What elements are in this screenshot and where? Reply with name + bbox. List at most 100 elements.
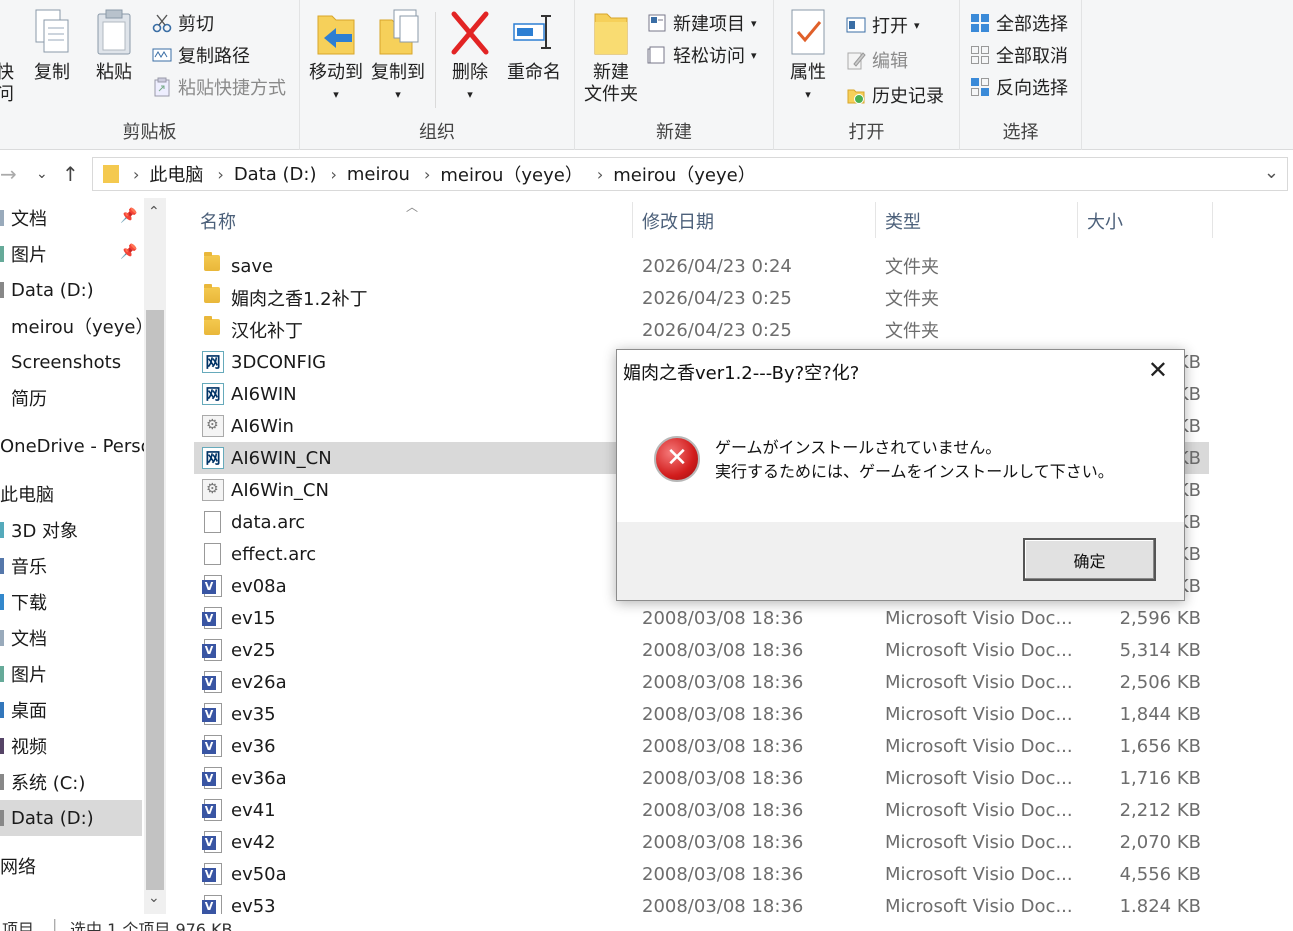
rename-button[interactable]: 重命名 [504,8,564,84]
file-row[interactable]: save 2026/04/23 0:24 文件夹 [194,250,1209,282]
pin-icon[interactable]: 📌 [120,208,137,224]
quick-access-button[interactable]: 快 问 [0,62,16,106]
nav-item-this-pc[interactable]: 此电脑 [0,476,54,512]
file-type: Microsoft Visio Doc... [885,735,1073,757]
breadcrumb-this-pc[interactable]: 此电脑 [149,161,203,187]
nav-item-pictures[interactable]: 图片 [0,656,47,692]
pin-icon[interactable]: 📌 [120,244,137,260]
open-button[interactable]: 打开 ▾ [846,12,920,38]
nav-item-music[interactable]: 音乐 [0,548,47,584]
nav-item-data-d[interactable]: Data (D:) [0,800,142,836]
breadcrumb-meirou-yeye[interactable]: meirou（yeye） [440,161,583,187]
move-to-button[interactable]: 移动到 ▾ [308,8,364,106]
scroll-up-icon[interactable]: ⌃ [148,204,160,220]
nav-item-data-d-quick[interactable]: Data (D:) [0,272,94,308]
column-size[interactable]: 大小 [1087,208,1123,234]
copy-button[interactable]: 复制 [30,8,74,84]
edit-button[interactable]: 编辑 [846,47,908,73]
file-row[interactable]: ev35 2008/03/08 18:36 Microsoft Visio Doc.… [194,698,1209,730]
ok-button[interactable]: 确定 [1023,538,1156,581]
close-icon[interactable]: ✕ [1148,356,1168,384]
nav-item-downloads[interactable]: 下载 [0,584,47,620]
copy-path-label: 复制路径 [178,46,250,67]
nav-item-pictures-pinned[interactable]: 图片 [0,236,47,272]
file-row[interactable]: 汉化补丁 2026/04/23 0:25 文件夹 [194,314,1209,346]
file-name: ev08a [231,575,287,597]
file-type: Microsoft Visio Doc... [885,767,1073,789]
file-row[interactable]: ev36 2008/03/08 18:36 Microsoft Visio Doc.… [194,730,1209,762]
up-arrow-icon[interactable]: ↑ [62,162,79,186]
nav-item-documents-pinned[interactable]: 文档 [0,200,47,236]
select-none-icon [970,45,990,65]
copy-path-button[interactable]: 复制路径 [152,42,250,68]
quick-access-label-2: 问 [0,84,14,105]
file-name: 媚肉之香1.2补丁 [231,289,368,310]
properties-button[interactable]: 属性 ▾ [786,8,830,106]
column-separator[interactable] [1212,202,1213,238]
forward-arrow-icon[interactable]: → [0,162,17,186]
chevron-down-icon: ▾ [751,48,757,62]
file-row[interactable]: ev15 2008/03/08 18:36 Microsoft Visio Doc.… [194,602,1209,634]
nav-item-network[interactable]: 网络 [0,848,36,884]
cut-button[interactable]: 剪切 [152,10,214,36]
documents-icon [0,630,4,646]
breadcrumb-meirou[interactable]: meirou [347,164,410,185]
nav-item-desktop[interactable]: 桌面 [0,692,47,728]
column-type[interactable]: 类型 [885,208,921,234]
address-box[interactable]: › 此电脑 › Data (D:) › meirou › meirou（yeye… [92,157,1288,191]
new-item-button[interactable]: 新建项目 ▾ [647,10,757,36]
invert-selection-button[interactable]: 反向选择 [970,74,1068,100]
breadcrumb-chevron-icon[interactable]: › [424,165,430,184]
nav-item-system-c[interactable]: 系统 (C:) [0,764,85,800]
easy-access-button[interactable]: 轻松访问 ▾ [647,42,757,68]
file-name: ev36 [231,735,276,757]
file-size: 1,844 KB [1119,703,1201,725]
delete-button[interactable]: 删除 ▾ [448,8,492,106]
nav-scrollbar-thumb[interactable] [146,310,164,890]
chevron-down-icon: ▾ [914,18,920,32]
exe-icon: 网 [202,447,224,469]
file-row[interactable]: ev50a 2008/03/08 18:36 Microsoft Visio Doc… [194,858,1209,890]
group-open: 属性 ▾ 打开 ▾ 编辑 历史记录 打开 [774,0,960,150]
select-all-button[interactable]: 全部选择 [970,10,1068,36]
column-name[interactable]: 名称 [200,208,236,234]
file-row[interactable]: ev42 2008/03/08 18:36 Microsoft Visio Doc.… [194,826,1209,858]
breadcrumb-meirou-yeye-current[interactable]: meirou（yeye） [613,161,756,187]
column-separator[interactable] [875,202,876,238]
drive-icon [0,810,4,826]
new-folder-button[interactable]: 新建 文件夹 [583,8,639,106]
scroll-down-icon[interactable]: ⌄ [148,890,160,906]
nav-scrollbar[interactable]: ⌃ ⌄ [144,198,166,914]
file-row[interactable]: ev36a 2008/03/08 18:36 Microsoft Visio Doc… [194,762,1209,794]
file-row[interactable]: ev53 2008/03/08 18:36 Microsoft Visio Doc.… [194,890,1209,914]
paste-button[interactable]: 粘贴 [92,8,136,84]
nav-item-onedrive[interactable]: OneDrive - Perso [0,428,144,464]
nav-item-videos[interactable]: 视频 [0,728,47,764]
column-date[interactable]: 修改日期 [642,208,714,234]
file-row[interactable]: 媚肉之香1.2补丁 2026/04/23 0:25 文件夹 [194,282,1209,314]
nav-item-resume[interactable]: 简历 [11,380,47,416]
copy-to-button[interactable]: 复制到 ▾ [370,8,426,106]
history-button[interactable]: 历史记录 [846,82,944,108]
column-separator[interactable] [1077,202,1078,238]
nav-item-3d-objects[interactable]: 3D 对象 [0,512,78,548]
breadcrumb-chevron-icon[interactable]: › [330,165,336,184]
column-separator[interactable] [632,202,633,238]
file-date: 2008/03/08 18:36 [642,863,804,885]
nav-item-documents[interactable]: 文档 [0,620,47,656]
file-row[interactable]: ev41 2008/03/08 18:36 Microsoft Visio Doc.… [194,794,1209,826]
address-dropdown-chevron-icon[interactable]: ⌄ [1264,162,1279,183]
paste-shortcut-button[interactable]: 粘贴快捷方式 [152,74,286,100]
breadcrumb-chevron-icon[interactable]: › [597,165,603,184]
breadcrumb-data-d[interactable]: Data (D:) [234,164,317,185]
file-row[interactable]: ev26a 2008/03/08 18:36 Microsoft Visio Doc… [194,666,1209,698]
nav-item-meirou-yeye[interactable]: meirou（yeye） [11,308,144,344]
nav-item-screenshots[interactable]: Screenshots [11,344,121,380]
recent-locations-chevron-icon[interactable]: ⌄ [36,166,48,182]
file-row[interactable]: ev25 2008/03/08 18:36 Microsoft Visio Doc.… [194,634,1209,666]
chevron-down-icon: ▾ [395,88,401,101]
select-none-button[interactable]: 全部取消 [970,42,1068,68]
select-all-label: 全部选择 [996,14,1068,35]
breadcrumb-chevron-icon[interactable]: › [217,165,223,184]
breadcrumb-chevron-icon[interactable]: › [133,165,139,184]
